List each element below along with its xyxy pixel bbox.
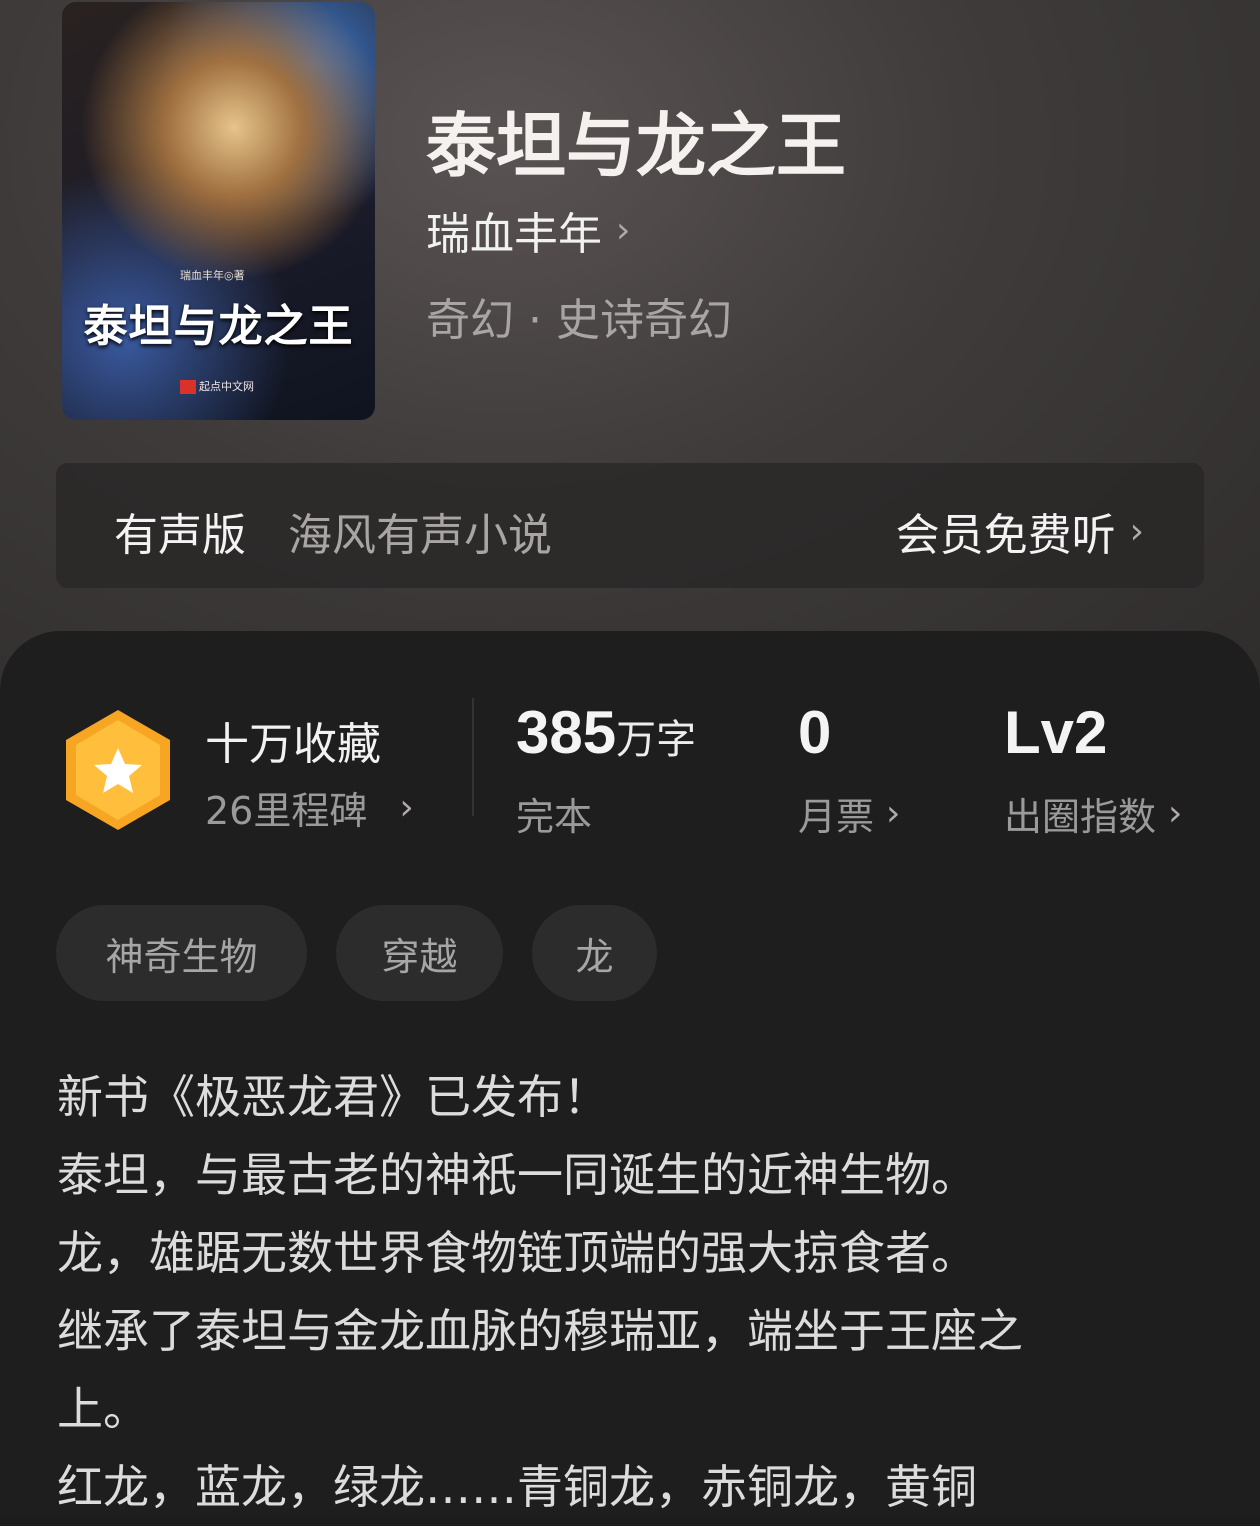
- book-cover[interactable]: 瑞血丰年◎著 泰坦与龙之王 起点中文网: [62, 2, 375, 420]
- influence-level-value: Lv2: [1004, 699, 1108, 766]
- cover-publisher-text: 起点中文网: [199, 380, 254, 393]
- chevron-right-icon: ›: [616, 209, 631, 251]
- book-genre: 奇幻 · 史诗奇幻: [426, 295, 732, 346]
- chevron-right-icon: ›: [399, 787, 414, 828]
- description-line: 红龙，蓝龙，绿龙……青铜龙，赤铜龙，黄铜: [57, 1460, 977, 1514]
- chevron-right-icon: ›: [1168, 793, 1183, 834]
- cover-publisher: 起点中文网: [180, 378, 254, 394]
- milestone-link[interactable]: 26里程碑 ›: [205, 780, 414, 835]
- tag-chip[interactable]: 穿越: [336, 905, 503, 1001]
- author-link[interactable]: 瑞血丰年 ›: [426, 198, 630, 262]
- word-count-unit: 万字: [616, 717, 697, 763]
- stats-divider: [472, 698, 474, 816]
- audio-version-bar[interactable]: 有声版 海风有声小说 会员免费听 ›: [56, 463, 1204, 588]
- description-line: 上。: [57, 1382, 149, 1436]
- description-line: 龙，雄踞无数世界食物链顶端的强大掠食者。: [57, 1226, 977, 1280]
- audio-label: 有声版: [114, 510, 246, 561]
- tag-chip[interactable]: 龙: [532, 905, 657, 1001]
- audio-source: 海风有声小说: [288, 510, 552, 561]
- description-line: 新书《极恶龙君》已发布！: [57, 1070, 609, 1124]
- milestone-count: 26里程碑: [205, 789, 368, 833]
- description-line: 泰坦，与最古老的神祇一同诞生的近神生物。: [57, 1148, 977, 1202]
- tag-chip[interactable]: 神奇生物: [56, 905, 307, 1001]
- publisher-logo-icon: [180, 380, 196, 394]
- member-free-listen-button[interactable]: 会员免费听 ›: [896, 499, 1144, 563]
- monthly-ticket-count: 0: [798, 698, 831, 767]
- member-free-listen-label: 会员免费听: [895, 510, 1116, 561]
- star-hexagon-icon: [66, 710, 170, 830]
- chevron-right-icon: ›: [1129, 510, 1144, 552]
- monthly-ticket-link[interactable]: 月票 ›: [798, 786, 900, 841]
- monthly-ticket-value: 0: [798, 699, 832, 766]
- author-name: 瑞血丰年: [426, 209, 602, 260]
- description-line: 继承了泰坦与金龙血脉的穆瑞亚，端坐于王座之: [57, 1304, 1023, 1358]
- influence-level: Lv2: [1004, 698, 1107, 767]
- cover-title-text: 泰坦与龙之王: [83, 301, 354, 352]
- book-title: 泰坦与龙之王: [426, 104, 846, 187]
- chevron-right-icon: ›: [886, 793, 901, 834]
- word-count: 385万字: [516, 698, 696, 767]
- influence-index-link[interactable]: 出圈指数 ›: [1004, 786, 1182, 841]
- influence-index-label: 出圈指数: [1004, 795, 1157, 839]
- milestone-title: 十万收藏: [205, 719, 381, 770]
- completion-status: 完本: [516, 795, 593, 839]
- monthly-ticket-label: 月票: [798, 795, 875, 839]
- word-count-value: 385: [516, 699, 617, 766]
- book-description[interactable]: 新书《极恶龙君》已发布！ 泰坦，与最古老的神祇一同诞生的近神生物。 龙，雄踞无数…: [57, 1058, 1207, 1526]
- cover-author-text: 瑞血丰年◎著: [180, 269, 245, 282]
